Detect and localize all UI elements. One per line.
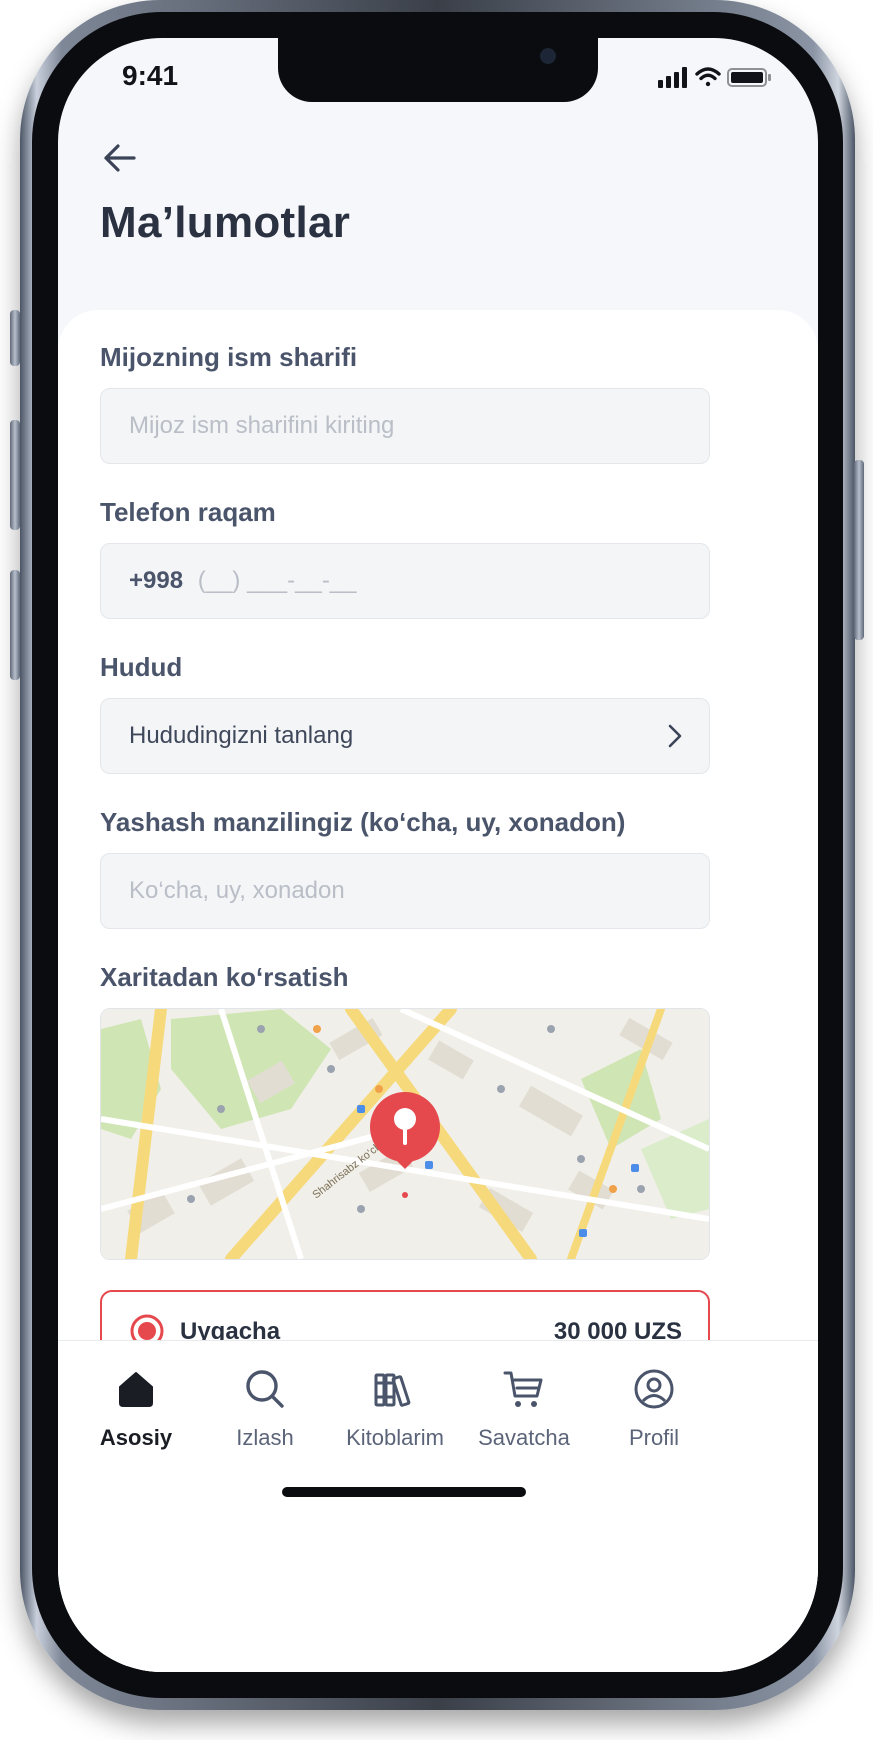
region-value: Hududingizni tanlang: [129, 722, 354, 749]
tab-label: Asosiy: [99, 1425, 173, 1450]
books-icon: [374, 1373, 411, 1407]
phone-value-wrap: +998 (__) ___-__-__: [129, 544, 357, 618]
name-label: Mijozning ism sharifi: [100, 342, 358, 372]
region-label: Hudud: [100, 652, 183, 682]
tab-bar: Asosiy Izlash Kitoblarim Savatcha Profil: [58, 1340, 818, 1672]
home-icon: [119, 1372, 153, 1407]
back-button[interactable]: [100, 138, 140, 178]
tab-asosiy[interactable]: Asosiy: [71, 1363, 201, 1451]
side-button: [10, 570, 20, 680]
tab-label: Profil: [628, 1425, 680, 1450]
status-icons: [656, 64, 776, 95]
map-view[interactable]: Shahrisabz ko‘chasi: [100, 1008, 710, 1260]
home-indicator: [282, 1487, 526, 1497]
tab-savatcha[interactable]: Savatcha: [459, 1363, 589, 1451]
phone-prefix: +998: [129, 567, 184, 594]
map-label: Xaritadan ko‘rsatish: [100, 962, 349, 992]
status-time: 9:41: [122, 60, 179, 91]
phone-mask: (__) ___-__-__: [197, 567, 357, 594]
signal-icon: [658, 67, 687, 88]
tab-label: Izlash: [236, 1425, 294, 1450]
phone-label: Telefon raqam: [100, 497, 276, 527]
tab-label: Savatcha: [478, 1425, 570, 1450]
tab-izlash[interactable]: Izlash: [200, 1363, 330, 1451]
address-label: Yashash manzilingiz (ko‘cha, uy, xonadon…: [100, 807, 626, 837]
search-icon: [246, 1370, 284, 1408]
side-button: [10, 310, 20, 366]
camera: [540, 48, 556, 64]
page-title: Ma’lumotlar: [100, 198, 351, 247]
address-placeholder: Ko‘cha, uy, xonadon: [129, 877, 345, 904]
name-placeholder: Mijoz ism sharifini kiriting: [129, 412, 395, 439]
region-select[interactable]: Hududingizni tanlang: [100, 698, 710, 774]
tab-profil[interactable]: Profil: [589, 1363, 719, 1451]
notch: [278, 38, 598, 102]
side-button: [10, 420, 20, 530]
tab-label: Kitoblarim: [346, 1425, 444, 1450]
phone-screen: 9:41 Ma’lumotlar Mijozning ism sharifi M…: [58, 38, 818, 1672]
profile-icon: [634, 1369, 674, 1409]
name-field[interactable]: Mijoz ism sharifini kiriting: [100, 388, 710, 464]
side-button: [854, 460, 864, 640]
wifi-icon: [695, 67, 721, 87]
tab-kitoblarim[interactable]: Kitoblarim: [330, 1363, 460, 1451]
phone-field[interactable]: +998 (__) ___-__-__: [100, 543, 710, 619]
battery-icon: [727, 68, 771, 87]
cart-icon: [503, 1371, 543, 1407]
address-field[interactable]: Ko‘cha, uy, xonadon: [100, 853, 710, 929]
arrow-left-icon: [104, 144, 136, 172]
chevron-right-icon: [668, 724, 682, 748]
